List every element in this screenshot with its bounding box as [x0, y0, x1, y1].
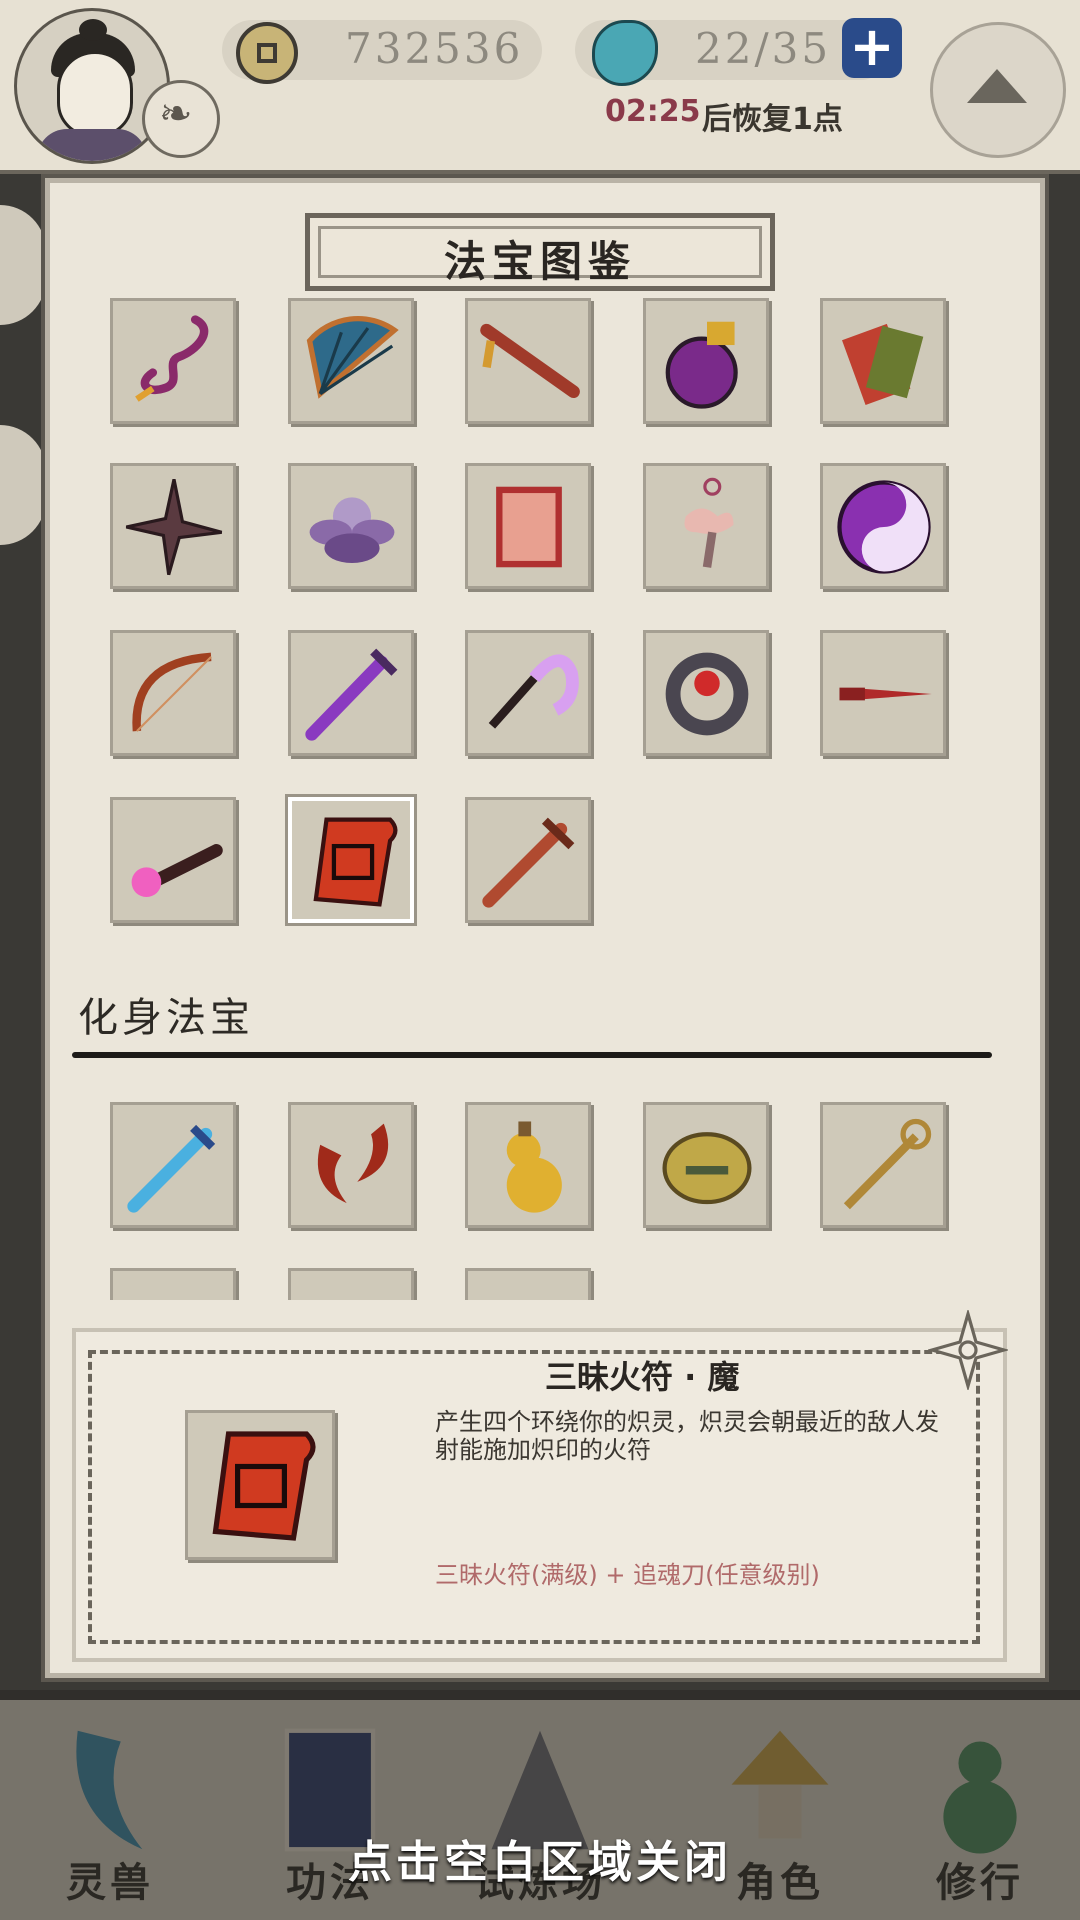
recover-text: 后恢复1点	[702, 102, 843, 137]
treasure-slot[interactable]	[643, 630, 769, 756]
spirit-whisk-icon	[488, 654, 579, 729]
coins-value: 732536	[345, 24, 524, 73]
collapse-button[interactable]	[930, 22, 1066, 158]
treasure-slot[interactable]	[643, 298, 769, 424]
treasure-slot-selected[interactable]	[288, 797, 414, 923]
coin-icon	[236, 22, 298, 84]
detail-name: 三昧火符 · 魔	[545, 1358, 740, 1396]
avatar-treasure-slot[interactable]	[110, 1102, 236, 1228]
treasure-slot[interactable]	[465, 463, 591, 589]
detail-icon-frame	[185, 1410, 335, 1560]
cloud-pendant-icon	[684, 477, 734, 568]
detail-recipe: 三昧火符(满级) + 追魂刀(任意级别)	[435, 1561, 820, 1589]
shuriken-icon	[125, 478, 223, 576]
bell-icon	[662, 1132, 752, 1205]
energy-value: 22/35	[695, 24, 832, 73]
scroll-fade	[50, 1300, 1040, 1330]
treasure-slot[interactable]	[110, 298, 236, 424]
treasure-slot[interactable]	[820, 298, 946, 424]
ring-icon	[665, 652, 749, 736]
treasure-slot[interactable]	[110, 463, 236, 589]
avatar-treasure-slot[interactable]	[820, 1102, 946, 1228]
treasure-slot[interactable]	[465, 797, 591, 923]
shuriken-badge-icon	[928, 1310, 1008, 1390]
talisman-scrolls-icon	[842, 323, 924, 405]
detail-description: 产生四个环绕你的炽灵，炽灵会朝最近的敌人发射能施加炽印的火符	[435, 1408, 939, 1464]
treasure-slot[interactable]	[820, 463, 946, 589]
lotus-icon	[309, 497, 395, 564]
gourd-icon	[506, 1121, 562, 1213]
section-divider	[72, 1052, 992, 1058]
treasure-slot[interactable]	[110, 630, 236, 756]
rope-charm-icon	[135, 315, 209, 402]
treasure-slot[interactable]	[643, 463, 769, 589]
treasure-slot[interactable]	[465, 298, 591, 424]
treasure-slot[interactable]	[110, 797, 236, 923]
avatar-treasure-slot[interactable]	[288, 1102, 414, 1228]
bow-icon	[132, 652, 212, 732]
purple-sword-icon	[305, 648, 398, 741]
section-label: 化身法宝	[78, 995, 254, 1041]
treasure-slot[interactable]	[288, 298, 414, 424]
treasure-slot[interactable]	[465, 630, 591, 756]
ice-sword-icon	[127, 1124, 216, 1213]
yin-yang-icon	[837, 480, 931, 574]
red-seal-icon	[496, 486, 562, 568]
red-sword-icon	[482, 817, 575, 908]
golden-staff-icon	[843, 1118, 932, 1210]
feather-badge-icon[interactable]: ❧	[142, 80, 220, 158]
avatar-treasure-slot[interactable]	[643, 1102, 769, 1228]
fire-talisman-icon	[212, 1431, 316, 1541]
recover-timer: 02:25	[605, 94, 701, 129]
dagger-icon	[839, 687, 932, 701]
twin-blade-icon	[317, 1123, 389, 1204]
treasure-slot[interactable]	[288, 463, 414, 589]
close-hint[interactable]: 点击空白区域关闭	[0, 1826, 1080, 1890]
avatar-treasure-slot[interactable]	[465, 1102, 591, 1228]
fan-icon	[306, 316, 399, 399]
panel-title-frame: 法宝图鉴	[305, 213, 775, 291]
treasure-slot[interactable]	[820, 630, 946, 756]
treasure-slot[interactable]	[288, 630, 414, 756]
potion-icon	[665, 321, 738, 409]
fire-talisman-icon	[313, 817, 398, 907]
flute-icon	[480, 323, 580, 399]
add-energy-button[interactable]: +	[842, 18, 902, 78]
panel-title: 法宝图鉴	[443, 237, 636, 286]
fire-torch-icon	[131, 844, 223, 898]
avatar[interactable]	[14, 8, 170, 164]
